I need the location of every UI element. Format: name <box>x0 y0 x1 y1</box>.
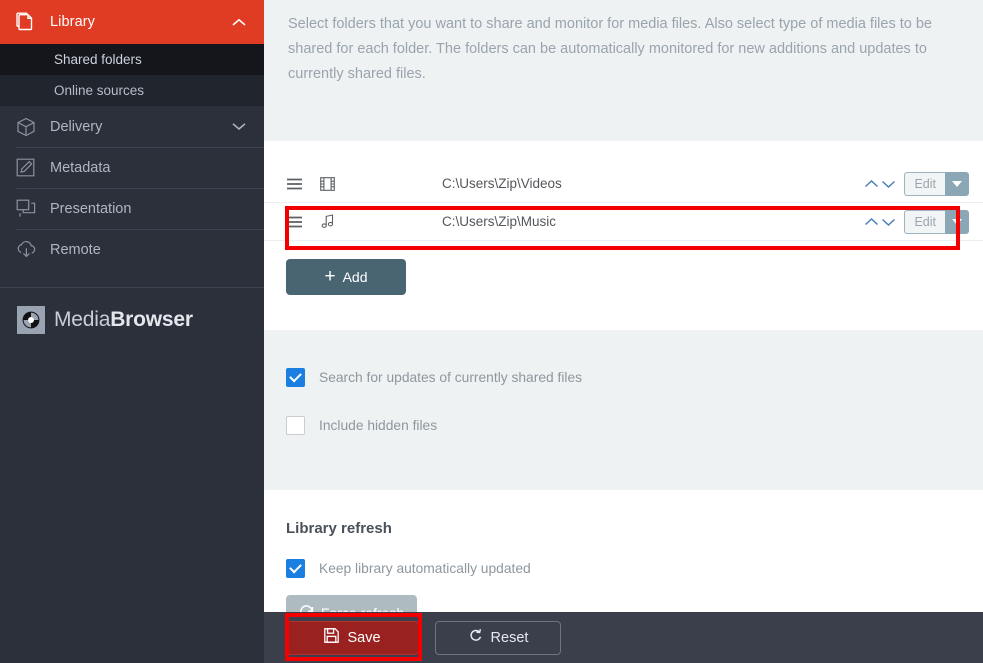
cloud-download-icon <box>16 240 50 259</box>
move-down-icon[interactable] <box>881 179 896 189</box>
music-note-icon <box>320 214 356 229</box>
pencil-square-icon <box>16 158 50 177</box>
intro-section: Select folders that you want to share an… <box>264 0 983 141</box>
add-button-label: Add <box>342 269 368 285</box>
sidebar-item-delivery[interactable]: Delivery <box>0 106 264 147</box>
brand-logo: MediaBrowser <box>0 287 264 334</box>
add-folder-button[interactable]: + Add <box>286 259 406 295</box>
sidebar-item-online-sources[interactable]: Online sources <box>0 75 264 106</box>
row-actions: Edit <box>904 171 969 196</box>
option-label: Include hidden files <box>319 418 438 433</box>
move-up-icon[interactable] <box>864 179 879 189</box>
option-include-hidden[interactable]: Include hidden files <box>264 416 983 435</box>
sidebar-subitem-label: Shared folders <box>54 52 142 67</box>
footer-bar: Save Reset <box>264 612 983 663</box>
folder-path: C:\Users\Zip\Music <box>442 214 557 229</box>
brand-name-bold: Browser <box>110 308 193 331</box>
intro-description: Select folders that you want to share an… <box>288 16 932 82</box>
sidebar-group-label: Library <box>50 14 96 30</box>
move-up-icon[interactable] <box>864 217 879 227</box>
option-search-updates[interactable]: Search for updates of currently shared f… <box>264 368 983 387</box>
drag-handle-icon[interactable] <box>286 178 320 190</box>
library-copy-icon <box>16 12 50 32</box>
folder-path: C:\Users\Zip\Videos <box>442 176 562 191</box>
sidebar: Library Shared folders Online sources De… <box>0 0 264 663</box>
sidebar-item-label: Metadata <box>50 159 111 176</box>
folders-section: C:\Users\Zip\Videos Edit C:\Users\Zip\Mu… <box>264 141 983 330</box>
row-actions: Edit <box>904 209 969 234</box>
reset-button-label: Reset <box>490 629 529 646</box>
plus-icon: + <box>324 265 336 287</box>
edit-button[interactable]: Edit <box>904 171 945 196</box>
chevron-down-icon[interactable] <box>230 122 248 131</box>
option-label: Search for updates of currently shared f… <box>319 370 583 385</box>
caret-down-icon[interactable] <box>945 171 969 196</box>
option-label: Keep library automatically updated <box>319 561 531 576</box>
checkbox-include-hidden[interactable] <box>286 416 305 435</box>
sidebar-item-shared-folders[interactable]: Shared folders <box>0 44 264 75</box>
option-keep-updated[interactable]: Keep library automatically updated <box>264 559 983 578</box>
drag-handle-icon[interactable] <box>286 216 320 228</box>
checkbox-keep-updated[interactable] <box>286 559 305 578</box>
move-down-icon[interactable] <box>881 217 896 227</box>
sidebar-subitem-label: Online sources <box>54 83 145 98</box>
table-row[interactable]: C:\Users\Zip\Music Edit <box>264 203 983 241</box>
sidebar-item-label: Delivery <box>50 118 103 135</box>
section-title: Library refresh <box>286 520 392 537</box>
sidebar-item-presentation[interactable]: Presentation <box>0 188 264 229</box>
reset-button[interactable]: Reset <box>435 620 561 655</box>
brand-name: MediaBrowser <box>54 308 193 332</box>
folder-list: C:\Users\Zip\Videos Edit C:\Users\Zip\Mu… <box>264 141 983 241</box>
chevron-up-icon[interactable] <box>230 18 248 27</box>
windows-stack-icon <box>16 199 50 218</box>
sidebar-item-label: Presentation <box>50 200 132 217</box>
save-button[interactable]: Save <box>286 620 419 655</box>
save-button-label: Save <box>347 629 381 646</box>
row-reorder-arrows <box>864 179 896 189</box>
row-reorder-arrows <box>864 217 896 227</box>
options-section: Search for updates of currently shared f… <box>264 330 983 490</box>
floppy-disk-icon <box>324 628 340 647</box>
reset-arrow-icon <box>468 628 483 647</box>
app-window: Library Shared folders Online sources De… <box>0 0 983 663</box>
box-icon <box>16 117 50 137</box>
film-strip-icon <box>320 176 356 191</box>
mediabrowser-logo-icon <box>17 306 45 334</box>
sidebar-group-library[interactable]: Library <box>0 0 264 44</box>
checkbox-search-updates[interactable] <box>286 368 305 387</box>
caret-down-icon[interactable] <box>945 209 969 234</box>
sidebar-item-metadata[interactable]: Metadata <box>0 147 264 188</box>
sidebar-item-label: Remote <box>50 241 101 258</box>
table-row[interactable]: C:\Users\Zip\Videos Edit <box>264 165 983 203</box>
brand-name-light: Media <box>54 308 111 331</box>
sidebar-item-remote[interactable]: Remote <box>0 229 264 270</box>
main-content: Select folders that you want to share an… <box>264 0 983 663</box>
edit-button[interactable]: Edit <box>904 209 945 234</box>
